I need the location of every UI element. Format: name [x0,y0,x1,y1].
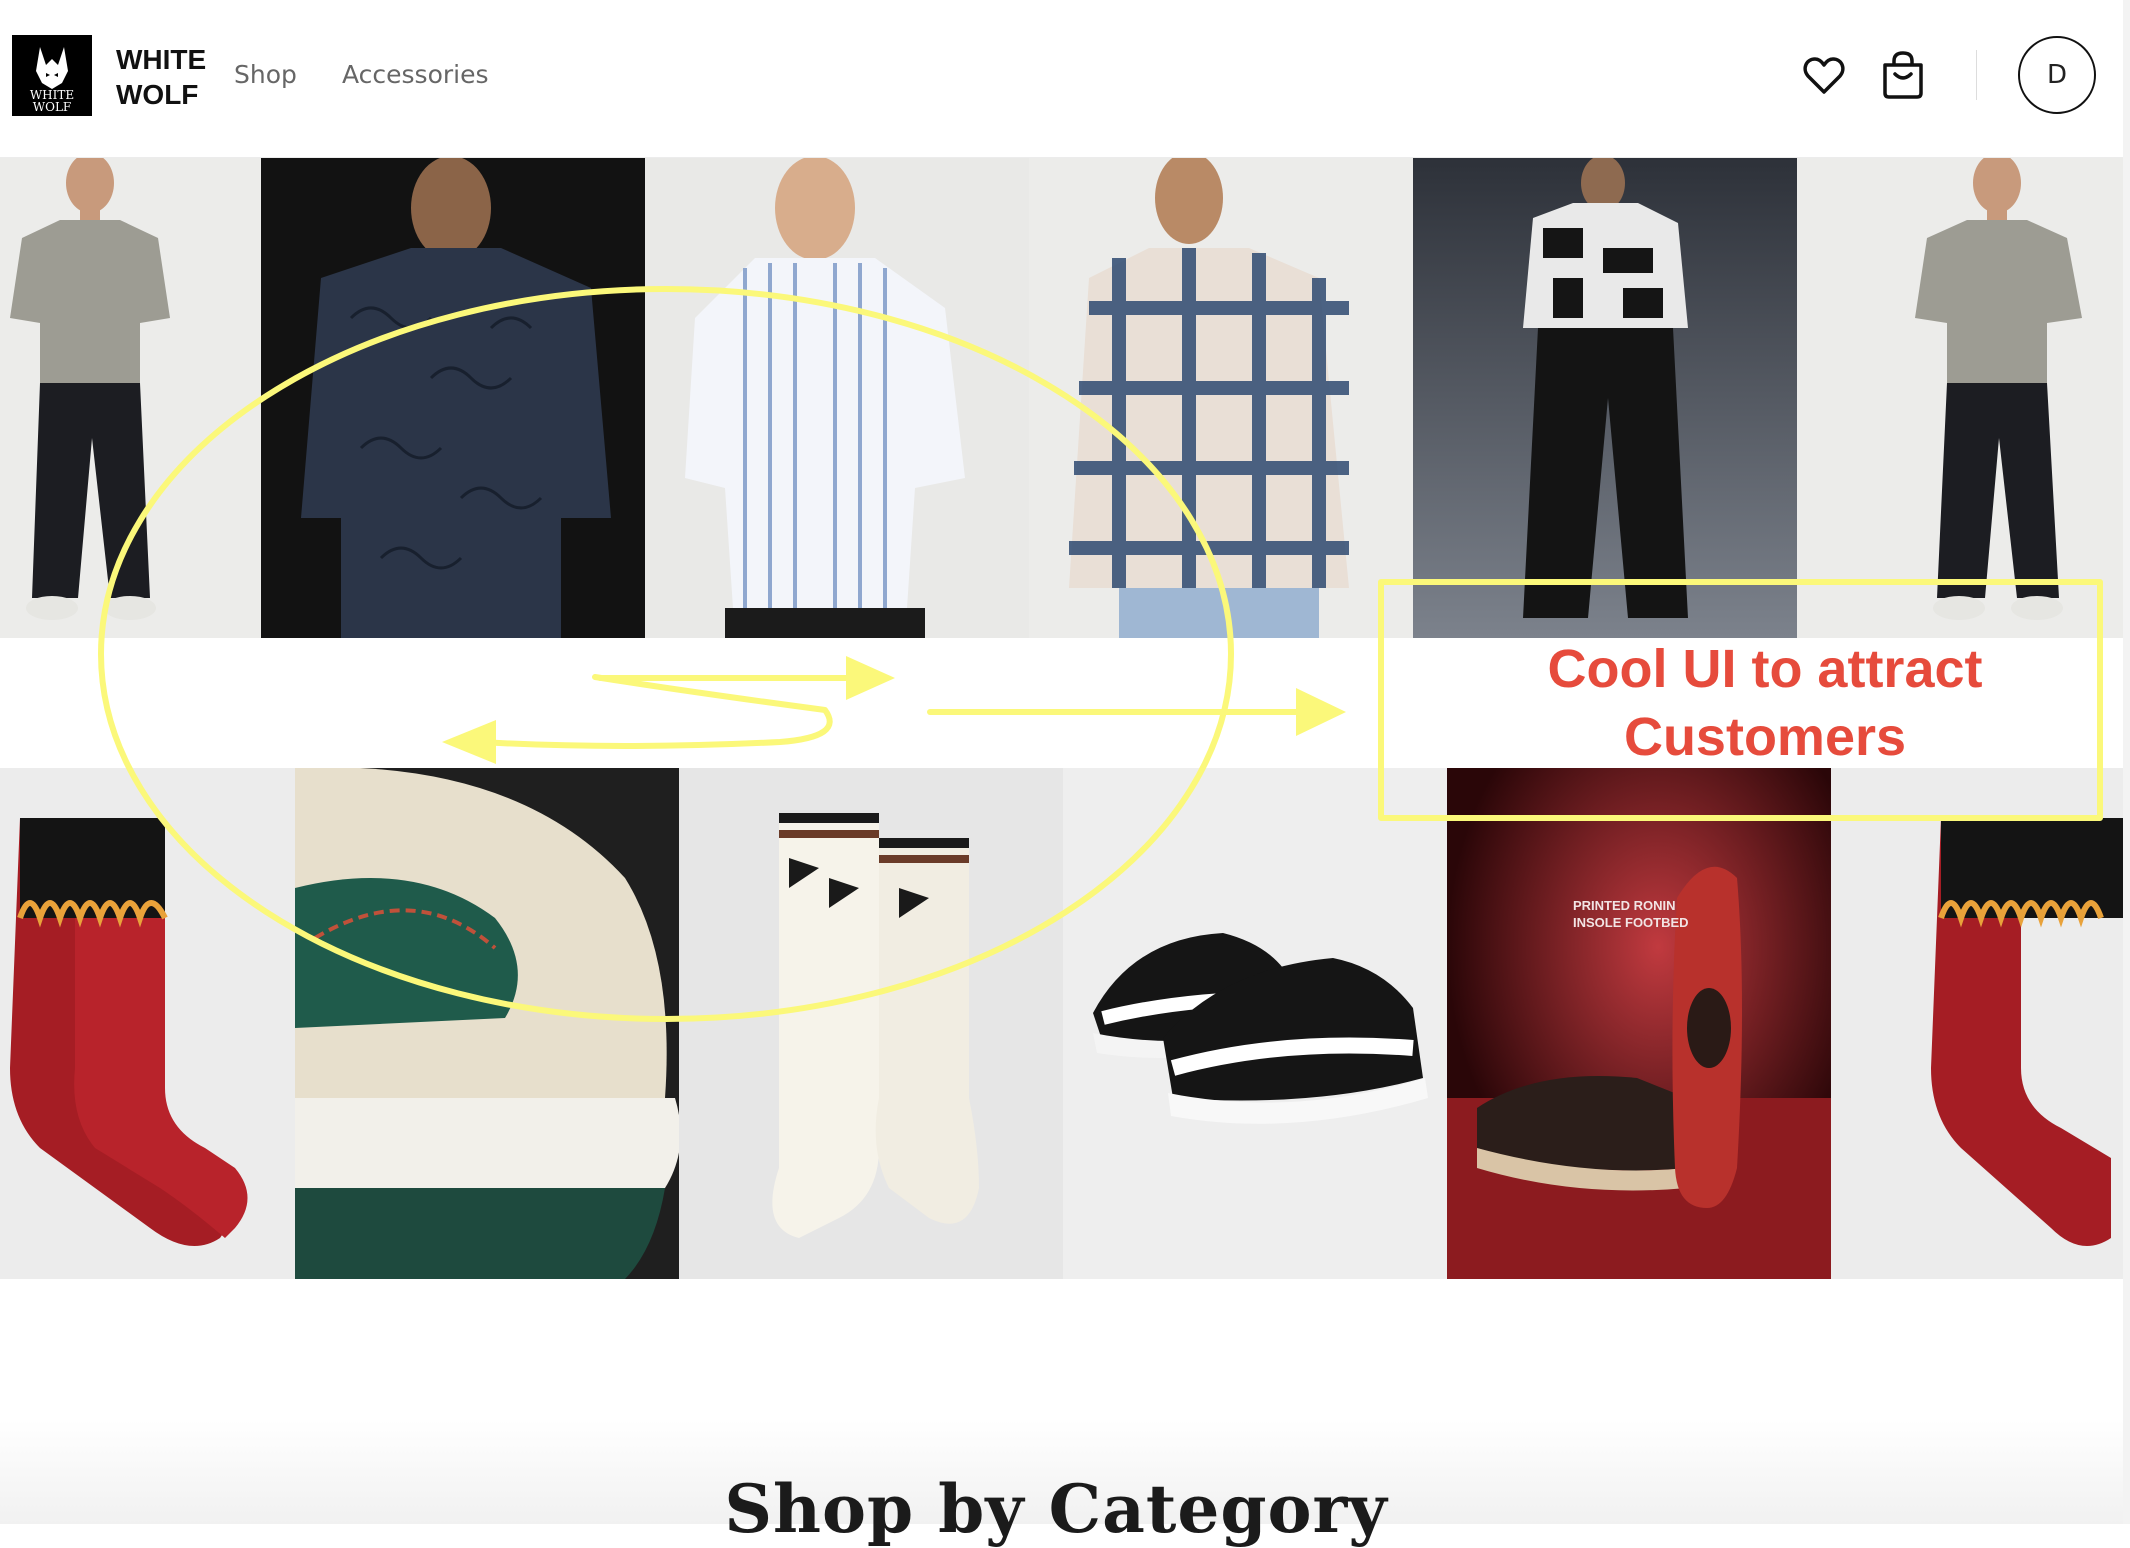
model-image [261,158,645,638]
model-image [1029,158,1413,638]
product-image-caption: PRINTED RONIN INSOLE FOOTBED [1573,897,1689,931]
annotation-note: Cool UI to attract Customers [1380,635,2130,771]
hero-tile-striped-shirt[interactable] [645,158,1029,638]
model-image [0,158,261,638]
nav-shop-link[interactable]: Shop [234,60,297,89]
product-image [295,768,679,1279]
product-image [1447,768,1831,1279]
avatar-initial: D [2046,60,2068,90]
brand-name-line2: WOLF [116,79,199,110]
product-caption-line2: INSOLE FOOTBED [1573,915,1689,930]
annotation-line2: Customers [1623,707,1907,767]
model-image [1413,158,1797,638]
hero-tile-white-socks[interactable] [679,768,1063,1279]
shop-by-category-title: Shop by Category [724,1470,1388,1548]
upper-arrowhead [846,656,895,700]
user-avatar[interactable]: D [2018,36,2096,114]
brand-name-line1: WHITE [116,44,207,75]
hero-tile-plaid-shirt[interactable] [1029,158,1413,638]
hero-tile-grey-knit-polo[interactable] [0,158,261,638]
heart-icon [1803,57,1845,94]
product-caption-line1: PRINTED RONIN [1573,898,1676,913]
hero-tile-printed-ronin-sneakers[interactable]: PRINTED RONIN INSOLE FOOTBED [1447,768,1831,1279]
shopping-bag-icon [1883,51,1923,99]
hero-tile-sneaker-closeup[interactable] [295,768,679,1279]
right-arrowhead [1296,688,1346,736]
annotation-line1: Cool UI to attract [1547,639,1983,699]
model-image [645,158,1029,638]
product-image [679,768,1063,1279]
squiggle-arrow-path [477,674,833,749]
cart-button[interactable] [1880,50,1926,100]
brand-name[interactable]: WHITE WOLF [116,42,206,112]
hero-tile-black-white-sneakers[interactable] [1063,768,1447,1279]
hero-tile-graphic-print-shirt[interactable] [1413,158,1797,638]
brand-logo[interactable]: WHITE WOLF [12,35,92,116]
model-image [1797,158,2123,638]
hero-tile-flame-socks[interactable] [0,768,295,1279]
nav-accessories-link[interactable]: Accessories [342,60,489,89]
hero-tile-navy-printed-shirt[interactable] [261,158,645,638]
header-divider [1976,50,1977,100]
product-image [1063,768,1447,1279]
site-header: WHITE WOLF WHITE WOLF Shop Accessories D [0,0,2130,158]
product-image [0,768,295,1279]
hero-tile-grey-knit-polo-repeat[interactable] [1797,158,2123,638]
hero-tile-flame-socks-repeat[interactable] [1831,768,2123,1279]
wishlist-button[interactable] [1800,52,1848,100]
product-image [1831,768,2123,1279]
logo-text-line2: WOLF [32,100,72,114]
left-arrowhead [442,720,496,764]
